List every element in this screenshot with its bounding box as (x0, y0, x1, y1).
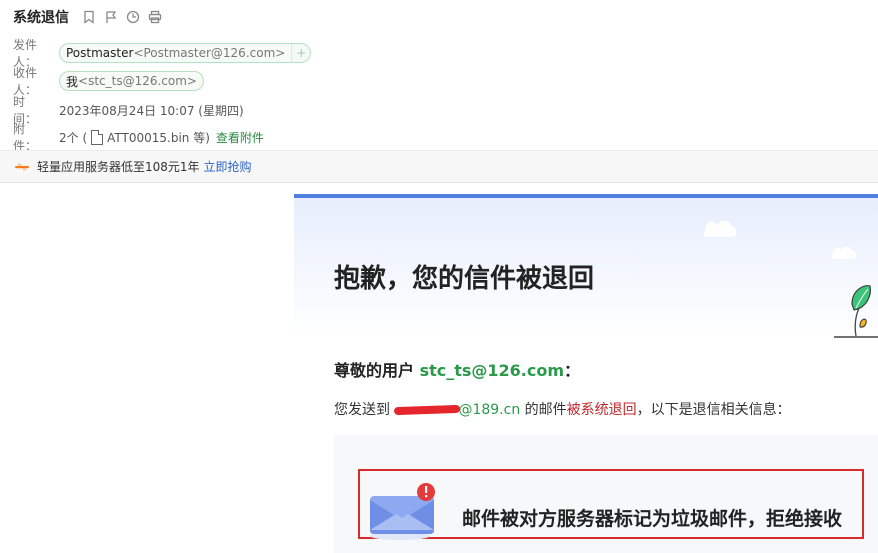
ad-text: 轻量应用服务器低至108元1年 (37, 160, 200, 174)
view-attachments-link[interactable]: 查看附件 (216, 129, 264, 146)
plant-illustration-icon (834, 285, 878, 338)
cloud-logo-icon (15, 163, 29, 170)
bounce-card: 抱歉，您的信件被退回 尊敬的用户 stc_ts@126.com： 您发送到 @1… (294, 194, 878, 553)
cloud-decoration-icon (831, 246, 856, 259)
clock-icon[interactable] (125, 9, 141, 25)
envelope-alert-icon (370, 483, 435, 540)
target-email: @189.cn (458, 402, 521, 418)
greeting-line: 尊敬的用户 stc_ts@126.com： (334, 357, 580, 381)
ad-buy-link[interactable]: 立即抢购 (204, 158, 252, 175)
desc-suffix: ，以下是退信相关信息： (636, 402, 791, 418)
bookmark-icon[interactable] (81, 9, 97, 25)
desc-prefix: 您发送到 (334, 402, 395, 418)
attachment-row: 附 件： 2个 ( ATT00015.bin 等) 查看附件 (13, 120, 264, 154)
recipient-name: 我 (66, 74, 79, 89)
bounce-reason: 邮件被对方服务器标记为垃圾邮件，拒绝接收 (462, 508, 843, 530)
attachment-count: 2个 ( (59, 130, 88, 145)
recipient-chip[interactable]: 我 <stc_ts@126.com> (59, 71, 204, 91)
sender-address: <Postmaster@126.com> (133, 46, 286, 60)
desc-red: 被系统退回 (566, 402, 637, 418)
bounce-title: 抱歉，您的信件被退回 (334, 264, 595, 294)
user-email: stc_ts@126.com (419, 361, 565, 380)
desc-middle: 的邮件 (520, 402, 567, 418)
time-value: 2023年08月24日 10:07 (星期四) (59, 103, 244, 118)
attachment-file-name[interactable]: ATT00015.bin 等) (107, 129, 210, 146)
cloud-decoration-icon (703, 220, 736, 237)
redaction-mark (394, 404, 461, 416)
sender-chip[interactable]: Postmaster <Postmaster@126.com> (59, 43, 293, 63)
greeting-prefix: 尊敬的用户 (334, 361, 420, 380)
mail-subject: 系统退信 (13, 10, 69, 26)
recipient-address: <stc_ts@126.com> (78, 74, 197, 88)
bounce-description: 您发送到 @189.cn 的邮件被系统退回，以下是退信相关信息： (334, 399, 791, 419)
file-icon (91, 129, 104, 145)
subject-row: 系统退信 (13, 7, 163, 27)
flag-icon[interactable] (103, 9, 119, 25)
ad-bar: 轻量应用服务器低至108元1年 立即抢购 (0, 150, 878, 183)
print-icon[interactable] (147, 9, 163, 25)
attachment-label: 附 件： (13, 122, 38, 153)
greeting-suffix: ： (564, 361, 581, 380)
mail-toolbar (81, 9, 163, 25)
mail-header: 系统退信 发件人： Postmaster <Postmaster@126.com… (0, 0, 878, 153)
add-contact-button[interactable]: + (291, 43, 312, 63)
sender-name: Postmaster (66, 46, 134, 60)
